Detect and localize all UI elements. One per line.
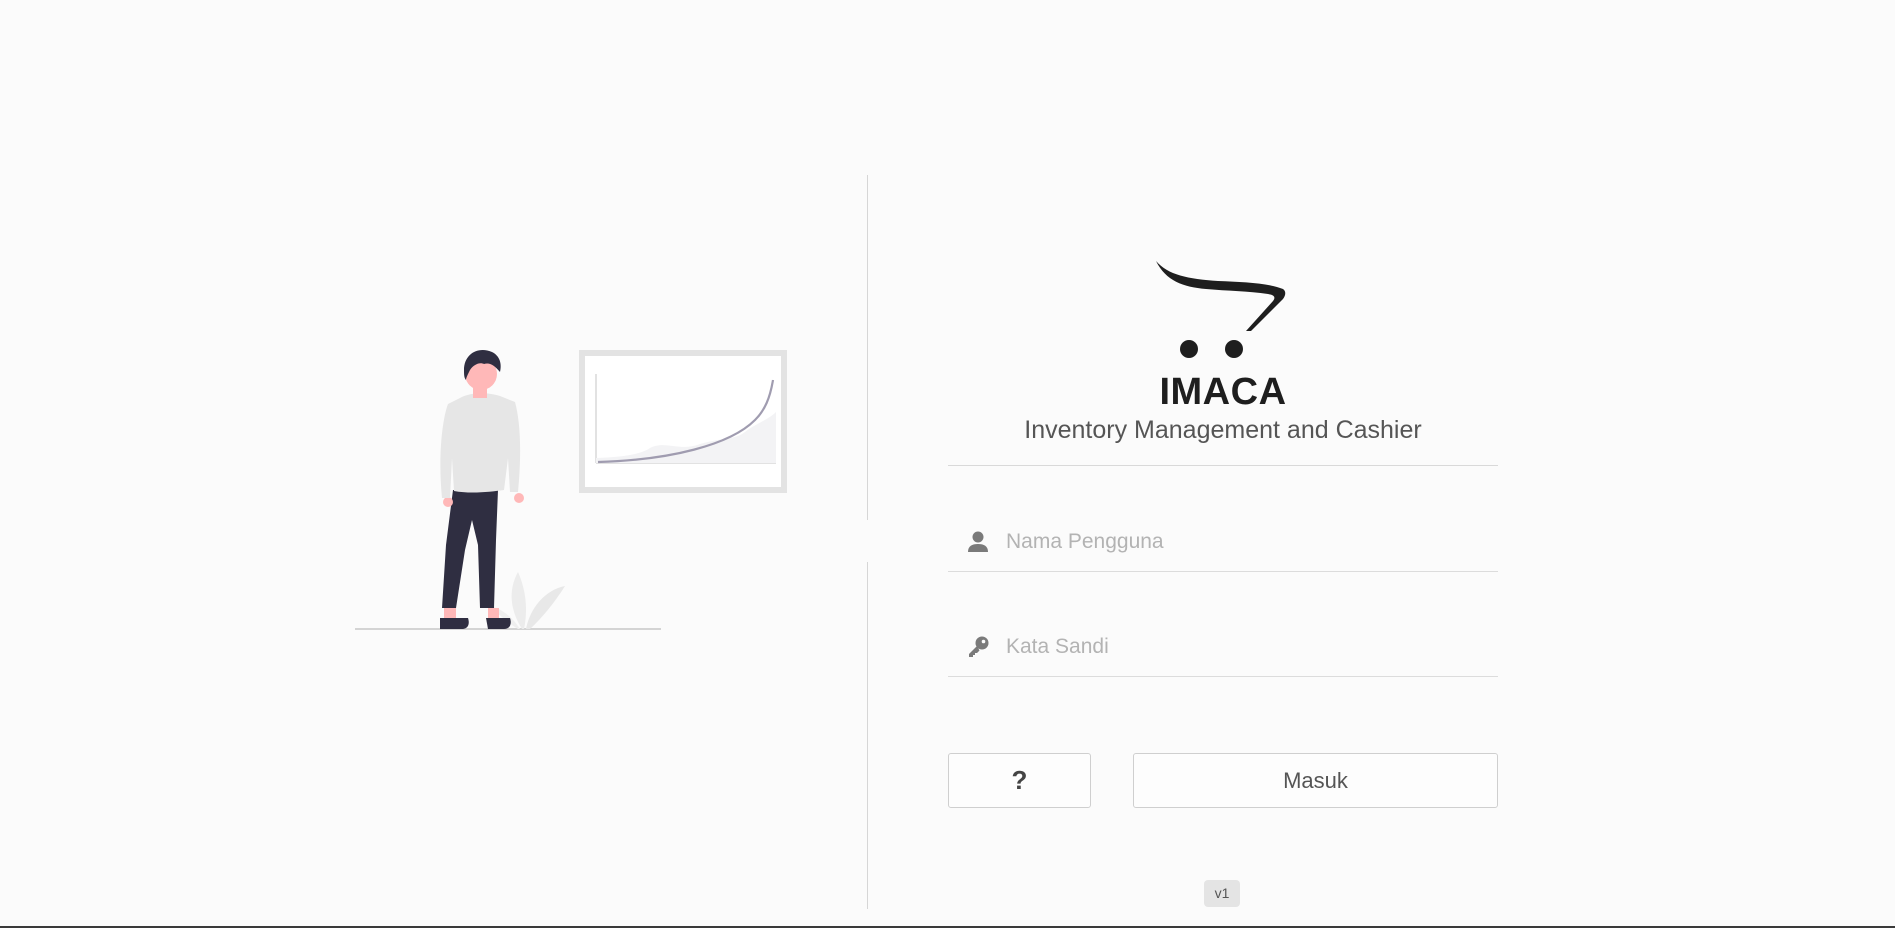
header-divider [948, 465, 1498, 466]
version-badge: v1 [1204, 880, 1240, 907]
app-name: IMACA [1159, 371, 1287, 413]
shopping-cart-icon [1156, 261, 1286, 358]
person-with-chart-illustration [355, 350, 787, 630]
login-page: IMACA Inventory Management and Cashier ?… [0, 0, 1895, 928]
password-input[interactable] [1006, 635, 1466, 659]
help-button[interactable]: ? [948, 753, 1091, 808]
key-icon [969, 636, 989, 657]
login-button[interactable]: Masuk [1133, 753, 1498, 808]
form-actions: ? Masuk [948, 753, 1498, 808]
password-field [948, 618, 1498, 677]
username-input[interactable] [1006, 530, 1466, 554]
user-icon [968, 531, 988, 552]
app-tagline: Inventory Management and Cashier [1024, 416, 1422, 444]
vertical-divider-bottom [867, 562, 868, 909]
username-field [948, 513, 1498, 572]
login-panel: IMACA Inventory Management and Cashier ?… [948, 255, 1498, 808]
vertical-divider-top [867, 175, 868, 520]
